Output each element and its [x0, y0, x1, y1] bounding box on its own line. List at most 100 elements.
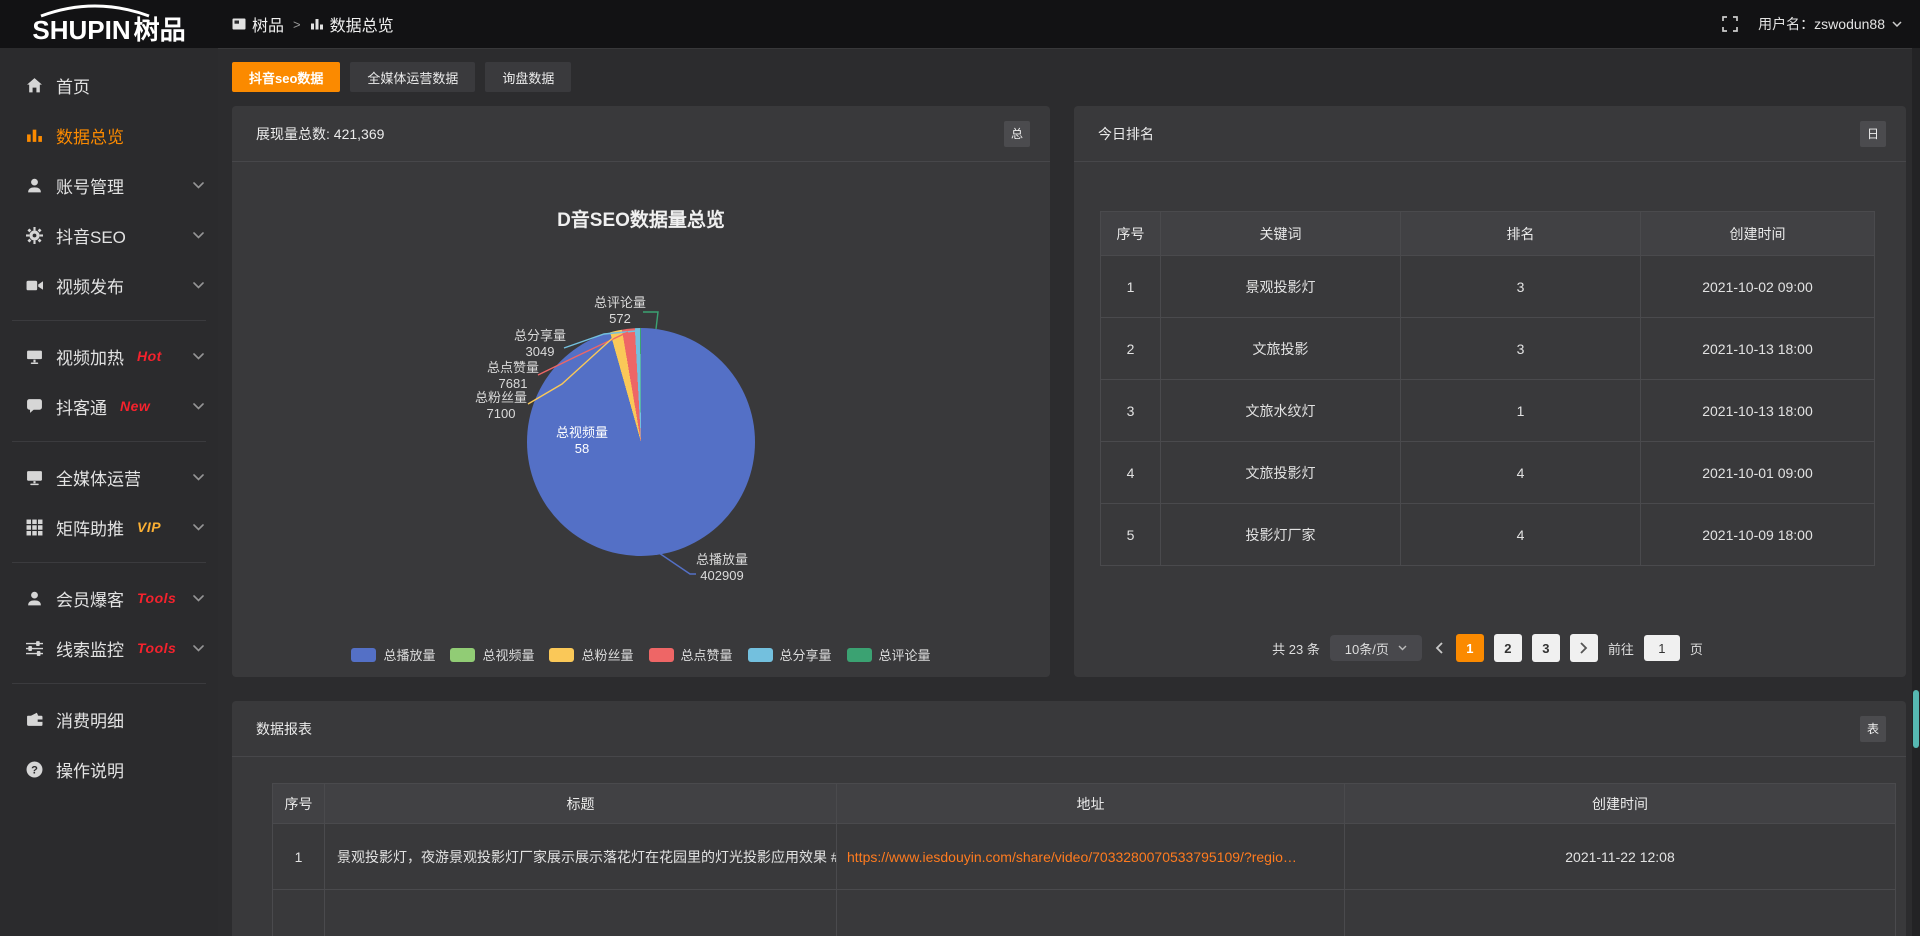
column-header: 创建时间 — [1345, 784, 1896, 824]
pie-label-plays: 总播放量402909 — [677, 552, 767, 584]
table-row: 5投影灯厂家42021-10-09 18:00 — [1101, 504, 1875, 566]
day-toggle-button[interactable]: 日 — [1860, 121, 1886, 147]
top-header: SHUPIN树品 树品 > 数据总览 用户名：zswodun88 — [0, 0, 1920, 48]
table-cell: 景观投影灯，夜游景观投影灯厂家展示展示落花灯在花园里的灯光投影应用效果 # — [325, 824, 837, 890]
sidebar-item-home[interactable]: 首页 — [0, 60, 218, 110]
sidebar-item-consumption[interactable]: 消费明细 — [0, 694, 218, 744]
legend-item[interactable]: 总粉丝量 — [549, 645, 633, 664]
breadcrumb-item-current[interactable]: 数据总览 — [310, 12, 394, 36]
legend-item[interactable]: 总播放量 — [351, 645, 435, 664]
sidebar-divider — [12, 441, 206, 442]
legend-item[interactable]: 总点赞量 — [649, 645, 733, 664]
sliders-icon — [26, 640, 43, 657]
report-table: 序号 标题 地址 创建时间 1景观投影灯，夜游景观投影灯厂家展示展示落花灯在花园… — [272, 783, 1896, 936]
video-camera-icon — [26, 277, 43, 294]
link-cell[interactable]: https://www.iesdouyin.com/share/video/70… — [837, 824, 1345, 890]
goto-page-input[interactable] — [1644, 635, 1680, 661]
question-icon: ? — [26, 761, 43, 778]
fullscreen-icon[interactable] — [1722, 16, 1738, 32]
page-size-select[interactable]: 10条/页 — [1330, 635, 1422, 661]
app-logo[interactable]: SHUPIN树品 — [0, 0, 218, 48]
breadcrumb: 树品 > 数据总览 — [232, 12, 394, 36]
bar-chart-icon — [310, 17, 324, 31]
user-menu[interactable]: 用户名：zswodun88 — [1758, 14, 1902, 34]
chevron-down-icon — [193, 524, 204, 531]
chevron-down-icon — [193, 353, 204, 360]
page-button-2[interactable]: 2 — [1494, 634, 1522, 662]
tab-inquiry-data[interactable]: 询盘数据 — [485, 62, 571, 92]
chevron-down-icon — [1892, 21, 1902, 27]
scrollbar-thumb[interactable] — [1913, 690, 1919, 748]
wallet-icon — [26, 711, 43, 728]
table-cell: 文旅投影灯 — [1161, 442, 1401, 504]
new-badge: New — [120, 398, 150, 414]
prev-page-button[interactable] — [1432, 642, 1446, 654]
table-toggle-button[interactable]: 表 — [1860, 716, 1886, 742]
table-cell: 3 — [1101, 380, 1161, 442]
sidebar-item-account[interactable]: 账号管理 — [0, 160, 218, 210]
legend-swatch — [549, 648, 574, 662]
total-toggle-button[interactable]: 总 — [1004, 121, 1030, 147]
table-cell: 4 — [1101, 442, 1161, 504]
sidebar-item-lead-monitor[interactable]: 线索监控 Tools — [0, 623, 218, 673]
header-right: 用户名：zswodun88 — [1722, 14, 1920, 34]
tab-douyin-seo-data[interactable]: 抖音seo数据 — [232, 62, 340, 92]
hot-badge: Hot — [137, 348, 162, 364]
table-cell: 景观投影灯 — [1161, 256, 1401, 318]
sidebar-item-doukatong[interactable]: 抖客通 New — [0, 381, 218, 431]
breadcrumb-item-home[interactable]: 树品 — [232, 12, 284, 36]
tools-badge: Tools — [137, 640, 176, 656]
table-cell: 3 — [1401, 318, 1641, 380]
next-page-button[interactable] — [1570, 634, 1598, 662]
scrollbar-track[interactable] — [1912, 48, 1920, 936]
table-cell: 2021-10-01 09:00 — [1641, 442, 1875, 504]
table-cell — [1345, 890, 1896, 936]
chart-legend: 总播放量总视频量总粉丝量 总点赞量 总分享量总评论量 — [232, 645, 1050, 664]
tab-media-operation-data[interactable]: 全媒体运营数据 — [350, 62, 475, 92]
chevron-left-icon — [1435, 642, 1443, 654]
legend-label: 总分享量 — [780, 645, 832, 664]
sidebar: 首页 数据总览 账号管理 抖音SEO 视频发布 视频加热 Hot 抖客通 New… — [0, 48, 218, 936]
column-header: 关键词 — [1161, 212, 1401, 256]
user-icon — [26, 177, 43, 194]
legend-item[interactable]: 总视频量 — [450, 645, 534, 664]
ranking-panel: 今日排名 日 序号 关键词 排名 创建时间 1景观投影灯32021-10-02 … — [1074, 106, 1906, 677]
logo-arc — [36, 4, 154, 18]
legend-label: 总点赞量 — [681, 645, 733, 664]
grid-icon — [26, 519, 43, 536]
svg-text:?: ? — [31, 764, 38, 776]
table-cell: 5 — [1101, 504, 1161, 566]
breadcrumb-separator: > — [293, 17, 301, 32]
pie-label-comments: 总评论量572 — [575, 295, 665, 327]
legend-item[interactable]: 总分享量 — [748, 645, 832, 664]
monitor-icon — [26, 469, 43, 486]
chart-panel-header: 展现量总数: 421,369 总 — [232, 106, 1050, 162]
sidebar-item-help[interactable]: ? 操作说明 — [0, 744, 218, 794]
column-header: 排名 — [1401, 212, 1641, 256]
sidebar-item-douyin-seo[interactable]: 抖音SEO — [0, 210, 218, 260]
chevron-down-icon — [193, 232, 204, 239]
column-header: 地址 — [837, 784, 1345, 824]
page-button-3[interactable]: 3 — [1532, 634, 1560, 662]
legend-item[interactable]: 总评论量 — [847, 645, 931, 664]
table-cell: 1 — [1101, 256, 1161, 318]
ranking-table: 序号 关键词 排名 创建时间 1景观投影灯32021-10-02 09:002文… — [1100, 211, 1875, 566]
chevron-right-icon — [1580, 642, 1588, 654]
sidebar-item-video-heat[interactable]: 视频加热 Hot — [0, 331, 218, 381]
sidebar-item-member-burst[interactable]: 会员爆客 Tools — [0, 573, 218, 623]
pagination: 共 23 条 10条/页 1 2 3 前往 页 — [1100, 634, 1875, 662]
sidebar-item-matrix-boost[interactable]: 矩阵助推 VIP — [0, 502, 218, 552]
legend-swatch — [351, 648, 376, 662]
table-cell: 2021-10-13 18:00 — [1641, 318, 1875, 380]
sidebar-item-data-overview[interactable]: 数据总览 — [0, 110, 218, 160]
page-button-1[interactable]: 1 — [1456, 634, 1484, 662]
legend-swatch — [649, 648, 674, 662]
table-row: 3文旅水纹灯12021-10-13 18:00 — [1101, 380, 1875, 442]
table-cell: 文旅水纹灯 — [1161, 380, 1401, 442]
chart-panel: 展现量总数: 421,369 总 D音SEO数据量总览 总评论量572 总分享量… — [232, 106, 1050, 677]
sidebar-item-video-publish[interactable]: 视频发布 — [0, 260, 218, 310]
pie-label-fans: 总粉丝量7100 — [456, 390, 546, 422]
pie-chart-title: D音SEO数据量总览 — [232, 205, 1050, 232]
chat-icon — [26, 398, 43, 415]
sidebar-item-media-operation[interactable]: 全媒体运营 — [0, 452, 218, 502]
